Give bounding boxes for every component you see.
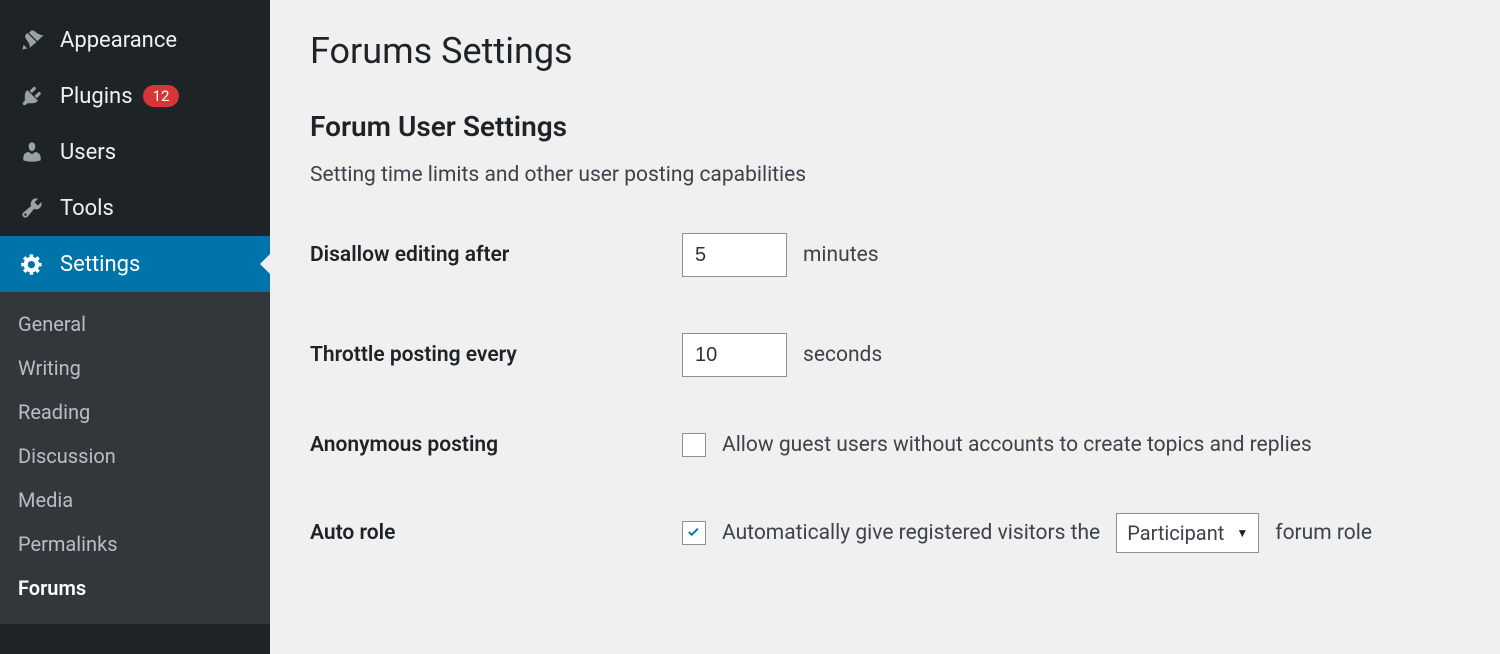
settings-submenu: General Writing Reading Discussion Media… (0, 292, 270, 624)
menu-label: Plugins (60, 84, 133, 109)
content-area: Forums Settings Forum User Settings Sett… (270, 0, 1500, 654)
menu-label: Users (60, 140, 116, 165)
select-auto-role[interactable]: Participant (1116, 513, 1259, 553)
menu-label: Tools (60, 196, 114, 221)
menu-settings[interactable]: Settings (0, 236, 270, 292)
section-description: Setting time limits and other user posti… (310, 163, 1460, 187)
submenu-permalinks[interactable]: Permalinks (0, 522, 270, 566)
menu-plugins[interactable]: Plugins 12 (0, 68, 270, 124)
suffix-seconds: seconds (803, 343, 882, 367)
menu-label: Appearance (60, 28, 177, 53)
checkbox-anonymous[interactable] (682, 433, 706, 457)
users-icon (18, 138, 46, 166)
input-disallow-minutes[interactable] (682, 233, 787, 277)
row-disallow-editing: Disallow editing after minutes (310, 233, 1460, 277)
settings-icon (18, 250, 46, 278)
checkbox-auto-role[interactable] (682, 521, 706, 545)
menu-users[interactable]: Users (0, 124, 270, 180)
label-throttle-posting: Throttle posting every (310, 343, 682, 367)
section-heading: Forum User Settings (310, 110, 1460, 143)
text-auto-role-before: Automatically give registered visitors t… (722, 521, 1100, 545)
submenu-media[interactable]: Media (0, 478, 270, 522)
label-auto-role: Auto role (310, 521, 682, 545)
submenu-reading[interactable]: Reading (0, 390, 270, 434)
submenu-general[interactable]: General (0, 302, 270, 346)
input-throttle-seconds[interactable] (682, 333, 787, 377)
menu-appearance[interactable]: Appearance (0, 12, 270, 68)
text-auto-role-after: forum role (1275, 521, 1372, 545)
label-anonymous-posting: Anonymous posting (310, 433, 682, 457)
menu-tools[interactable]: Tools (0, 180, 270, 236)
select-value: Participant (1127, 521, 1224, 545)
submenu-forums[interactable]: Forums (0, 566, 270, 610)
plugins-update-badge: 12 (143, 85, 180, 107)
text-anonymous: Allow guest users without accounts to cr… (722, 433, 1312, 457)
suffix-minutes: minutes (803, 243, 879, 267)
row-anonymous-posting: Anonymous posting Allow guest users with… (310, 433, 1460, 457)
row-throttle-posting: Throttle posting every seconds (310, 333, 1460, 377)
page-title: Forums Settings (310, 30, 1460, 72)
submenu-discussion[interactable]: Discussion (0, 434, 270, 478)
submenu-writing[interactable]: Writing (0, 346, 270, 390)
appearance-icon (18, 26, 46, 54)
plugins-icon (18, 82, 46, 110)
admin-sidebar: Appearance Plugins 12 Users Tools Settin… (0, 0, 270, 654)
menu-label: Settings (60, 252, 140, 277)
row-auto-role: Auto role Automatically give registered … (310, 513, 1460, 553)
label-disallow-editing: Disallow editing after (310, 243, 682, 267)
tools-icon (18, 194, 46, 222)
